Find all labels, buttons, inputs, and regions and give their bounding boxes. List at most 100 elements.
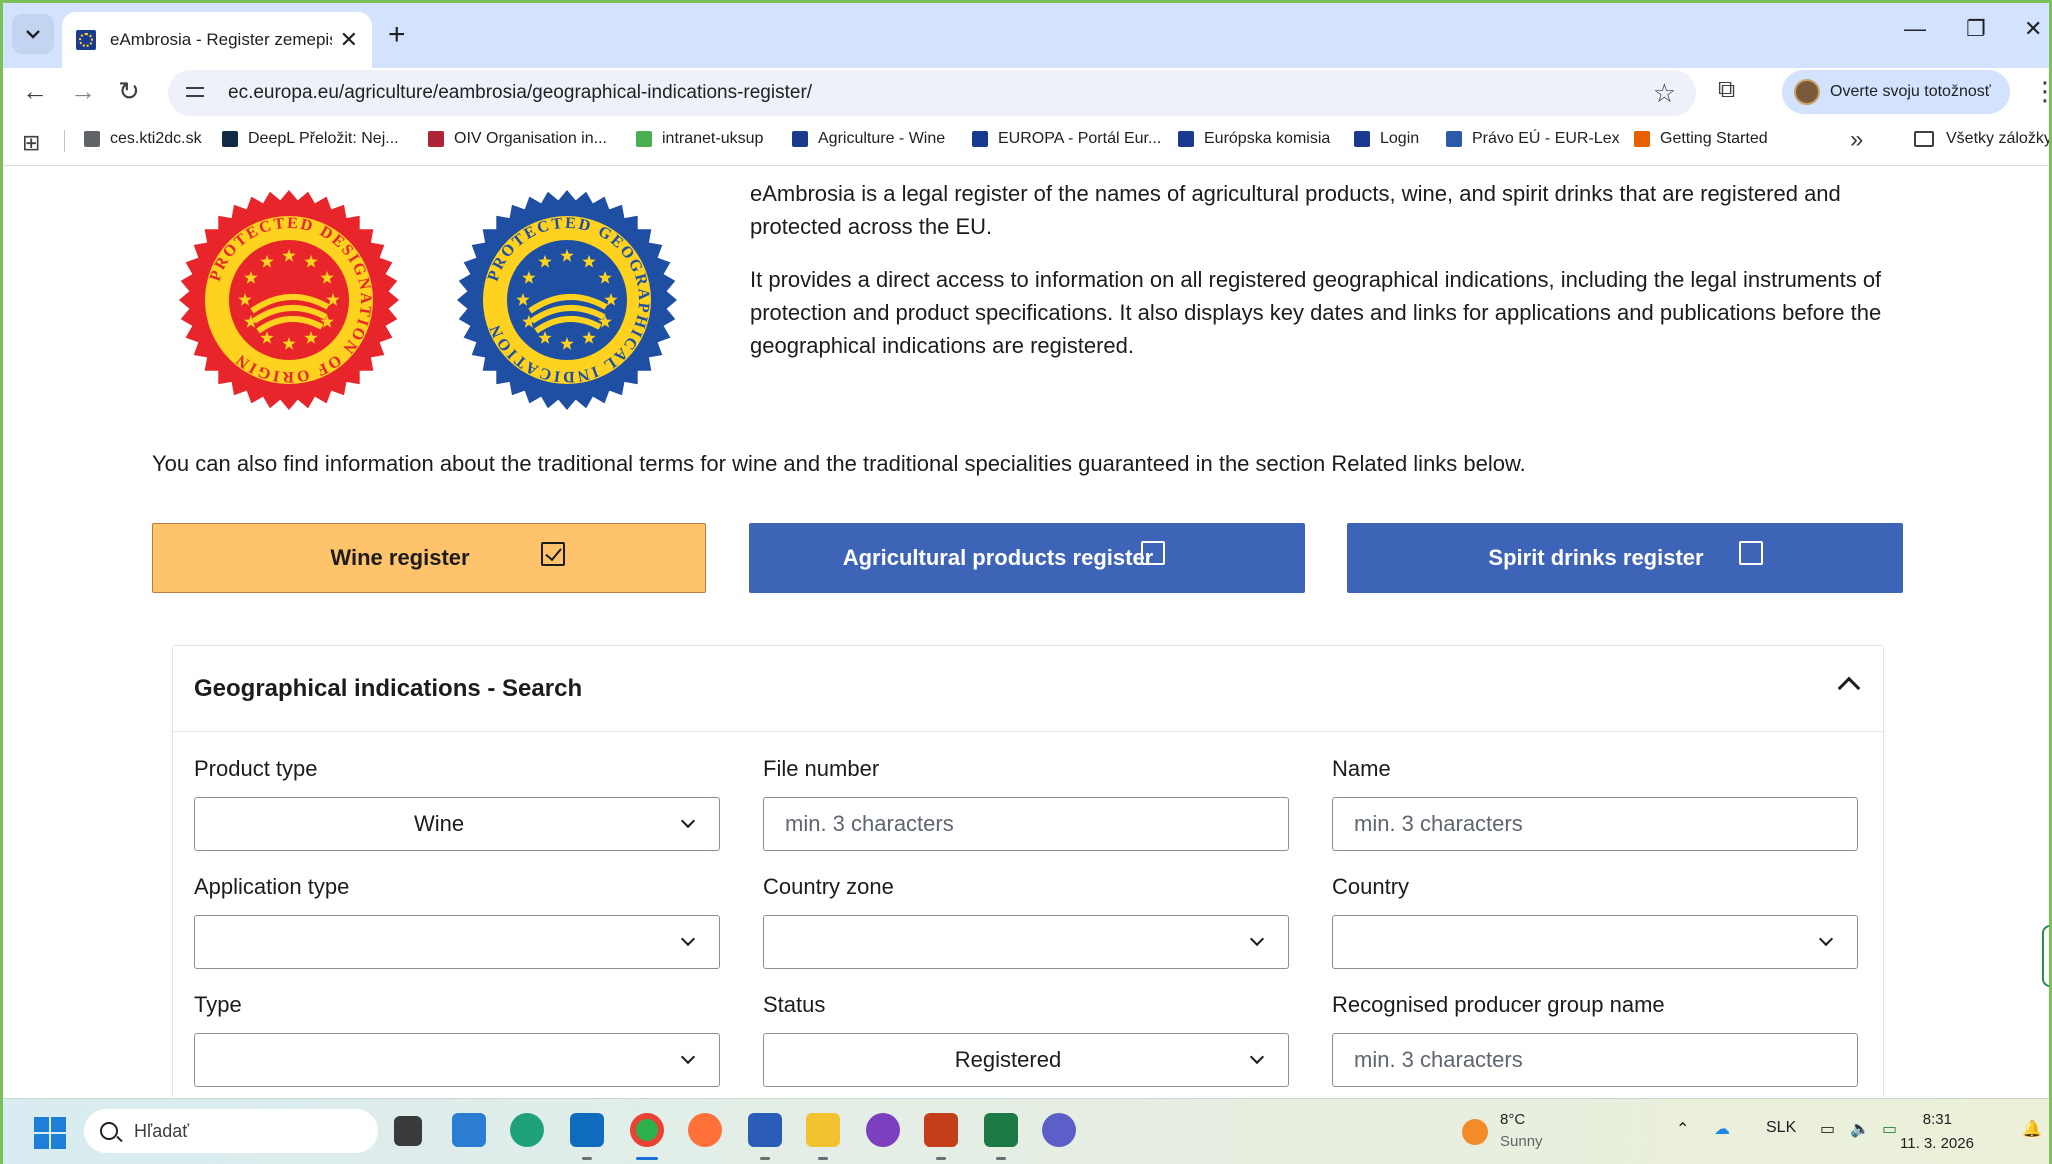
taskbar-search[interactable]: Hľadať (84, 1109, 378, 1153)
eu-flag-icon (972, 131, 988, 147)
file-explorer-icon[interactable] (806, 1113, 840, 1147)
running-indicator (818, 1157, 828, 1160)
tray-chevron-up-icon[interactable]: ⌃ (1676, 1119, 1689, 1139)
bookmark-item[interactable]: Právo EÚ - EUR-Lex (1446, 130, 1620, 148)
restore-button[interactable]: ❐ (1966, 16, 1986, 42)
start-button[interactable] (34, 1117, 66, 1149)
weather-sun-icon[interactable] (1462, 1119, 1488, 1145)
intro-text: eAmbrosia is a legal register of the nam… (750, 177, 1910, 382)
checkbox-unchecked-icon[interactable] (1739, 541, 1763, 565)
chevron-up-icon[interactable] (1837, 676, 1861, 700)
profile-button[interactable]: Overte svoju totožnosť (1782, 70, 2010, 114)
checkbox-checked-icon[interactable] (541, 542, 565, 566)
extensions-icon[interactable]: ⧉ (1718, 76, 1735, 104)
network-icon[interactable]: ▭ (1820, 1119, 1835, 1139)
eu-flag-icon (1354, 131, 1370, 147)
wine-register-button[interactable]: Wine register (152, 523, 706, 593)
folder-icon (1914, 131, 1934, 147)
running-indicator (936, 1157, 946, 1160)
pgi-seal-icon: PROTECTED GEOGRAPHICAL INDICATION (457, 190, 677, 410)
language-indicator[interactable]: SLK (1766, 1119, 1796, 1137)
close-window-button[interactable]: ✕ (2024, 16, 2042, 42)
active-indicator (636, 1157, 658, 1160)
volume-icon[interactable]: 🔈 (1850, 1119, 1870, 1139)
bookmark-label: Getting Started (1660, 130, 1768, 147)
app-icon[interactable] (866, 1113, 900, 1147)
bookmark-label: ces.kti2dc.sk (110, 130, 202, 147)
site-info-icon[interactable] (186, 83, 208, 103)
producer-group-input[interactable]: min. 3 characters (1332, 1033, 1858, 1087)
search-panel-header[interactable]: Geographical indications - Search (173, 646, 1883, 732)
bookmark-star-icon[interactable]: ☆ (1653, 78, 1676, 109)
name-label: Name (1332, 756, 1391, 781)
all-bookmarks-label: Všetky záložky (1946, 130, 2052, 147)
excel-icon[interactable] (984, 1113, 1018, 1147)
country-select[interactable] (1332, 915, 1858, 969)
clock-date[interactable]: 11. 3. 2026 (1900, 1135, 1974, 1152)
bookmark-item[interactable]: Getting Started (1634, 130, 1768, 148)
bookmark-item[interactable]: OIV Organisation in... (428, 130, 607, 148)
notification-bell-icon[interactable]: 🔔 (2022, 1119, 2042, 1139)
country-zone-select[interactable] (763, 915, 1289, 969)
tab-close-icon[interactable]: ✕ (340, 27, 358, 53)
bookmark-label: Európska komisia (1204, 130, 1331, 147)
browser-toolbar: ← → ↻ ec.europa.eu/agriculture/eambrosia… (0, 68, 2052, 116)
status-value: Registered (954, 1047, 1062, 1072)
tab-list-button[interactable] (12, 14, 54, 54)
checkbox-unchecked-icon[interactable] (1141, 541, 1165, 565)
bookmark-label: DeepL Přeložit: Nej... (248, 130, 399, 147)
minimize-button[interactable]: — (1904, 16, 1926, 42)
bookmark-item[interactable]: ces.kti2dc.sk (84, 130, 202, 148)
bookmark-item[interactable]: EUROPA - Portál Eur... (972, 130, 1161, 148)
bookmark-separator (64, 130, 65, 152)
new-tab-button[interactable]: + (388, 18, 406, 52)
wine-register-label: Wine register (330, 545, 470, 570)
edge-icon[interactable] (510, 1113, 544, 1147)
bookmark-item[interactable]: Login (1354, 130, 1419, 148)
tab-title: eAmbrosia - Register zemepisn (110, 30, 332, 49)
powerpoint-icon[interactable] (924, 1113, 958, 1147)
calendar-app-icon[interactable] (452, 1113, 486, 1147)
product-type-select[interactable]: Wine (194, 797, 720, 851)
side-widget-tab[interactable] (2042, 925, 2052, 987)
chevron-down-icon (26, 30, 40, 39)
page-icon (84, 131, 100, 147)
bookmark-item[interactable]: Európska komisia (1178, 130, 1330, 148)
file-number-input[interactable]: min. 3 characters (763, 797, 1289, 851)
browser-tab-active[interactable]: eAmbrosia - Register zemepisn ✕ (62, 12, 372, 68)
name-input[interactable]: min. 3 characters (1332, 797, 1858, 851)
weather-temp: 8°C (1500, 1111, 1526, 1128)
status-select[interactable]: Registered (763, 1033, 1289, 1087)
address-bar[interactable]: ec.europa.eu/agriculture/eambrosia/geogr… (168, 70, 1696, 116)
back-icon[interactable]: ← (22, 76, 48, 107)
forward-icon[interactable]: → (70, 76, 96, 107)
spirit-register-button[interactable]: Spirit drinks register (1347, 523, 1903, 593)
bookmarks-overflow-icon[interactable]: » (1850, 126, 1863, 154)
all-bookmarks-button[interactable]: Všetky záložky (1914, 130, 2052, 148)
clock-time[interactable]: 8:31 (1868, 1111, 1952, 1128)
bookmark-label: Právo EÚ - EUR-Lex (1472, 130, 1620, 147)
search-icon (100, 1122, 118, 1140)
agricultural-register-button[interactable]: Agricultural products register (749, 523, 1305, 593)
bookmark-item[interactable]: intranet-uksup (636, 130, 763, 148)
apps-grid-icon[interactable]: ⊞ (22, 130, 40, 156)
bookmark-label: Agriculture - Wine (818, 130, 946, 147)
application-type-select[interactable] (194, 915, 720, 969)
reload-icon[interactable]: ↻ (118, 76, 140, 107)
menu-dots-icon[interactable]: ⋮ (2032, 76, 2052, 107)
teams-icon[interactable] (1042, 1113, 1076, 1147)
bookmark-item[interactable]: DeepL Přeložit: Nej... (222, 130, 399, 148)
onedrive-icon[interactable]: ☁ (1714, 1119, 1730, 1139)
type-select[interactable] (194, 1033, 720, 1087)
intro-paragraph-1: eAmbrosia is a legal register of the nam… (750, 181, 1841, 239)
word-icon[interactable] (748, 1113, 782, 1147)
url-text[interactable]: ec.europa.eu/agriculture/eambrosia/geogr… (228, 82, 812, 104)
outlook-icon[interactable] (570, 1113, 604, 1147)
task-view-icon[interactable] (394, 1116, 422, 1146)
bookmark-item[interactable]: Agriculture - Wine (792, 130, 945, 148)
chevron-down-icon (1249, 1049, 1265, 1065)
oiv-icon (428, 131, 444, 147)
chevron-down-icon (680, 1049, 696, 1065)
firefox-icon[interactable] (688, 1113, 722, 1147)
chrome-icon[interactable] (630, 1113, 664, 1147)
